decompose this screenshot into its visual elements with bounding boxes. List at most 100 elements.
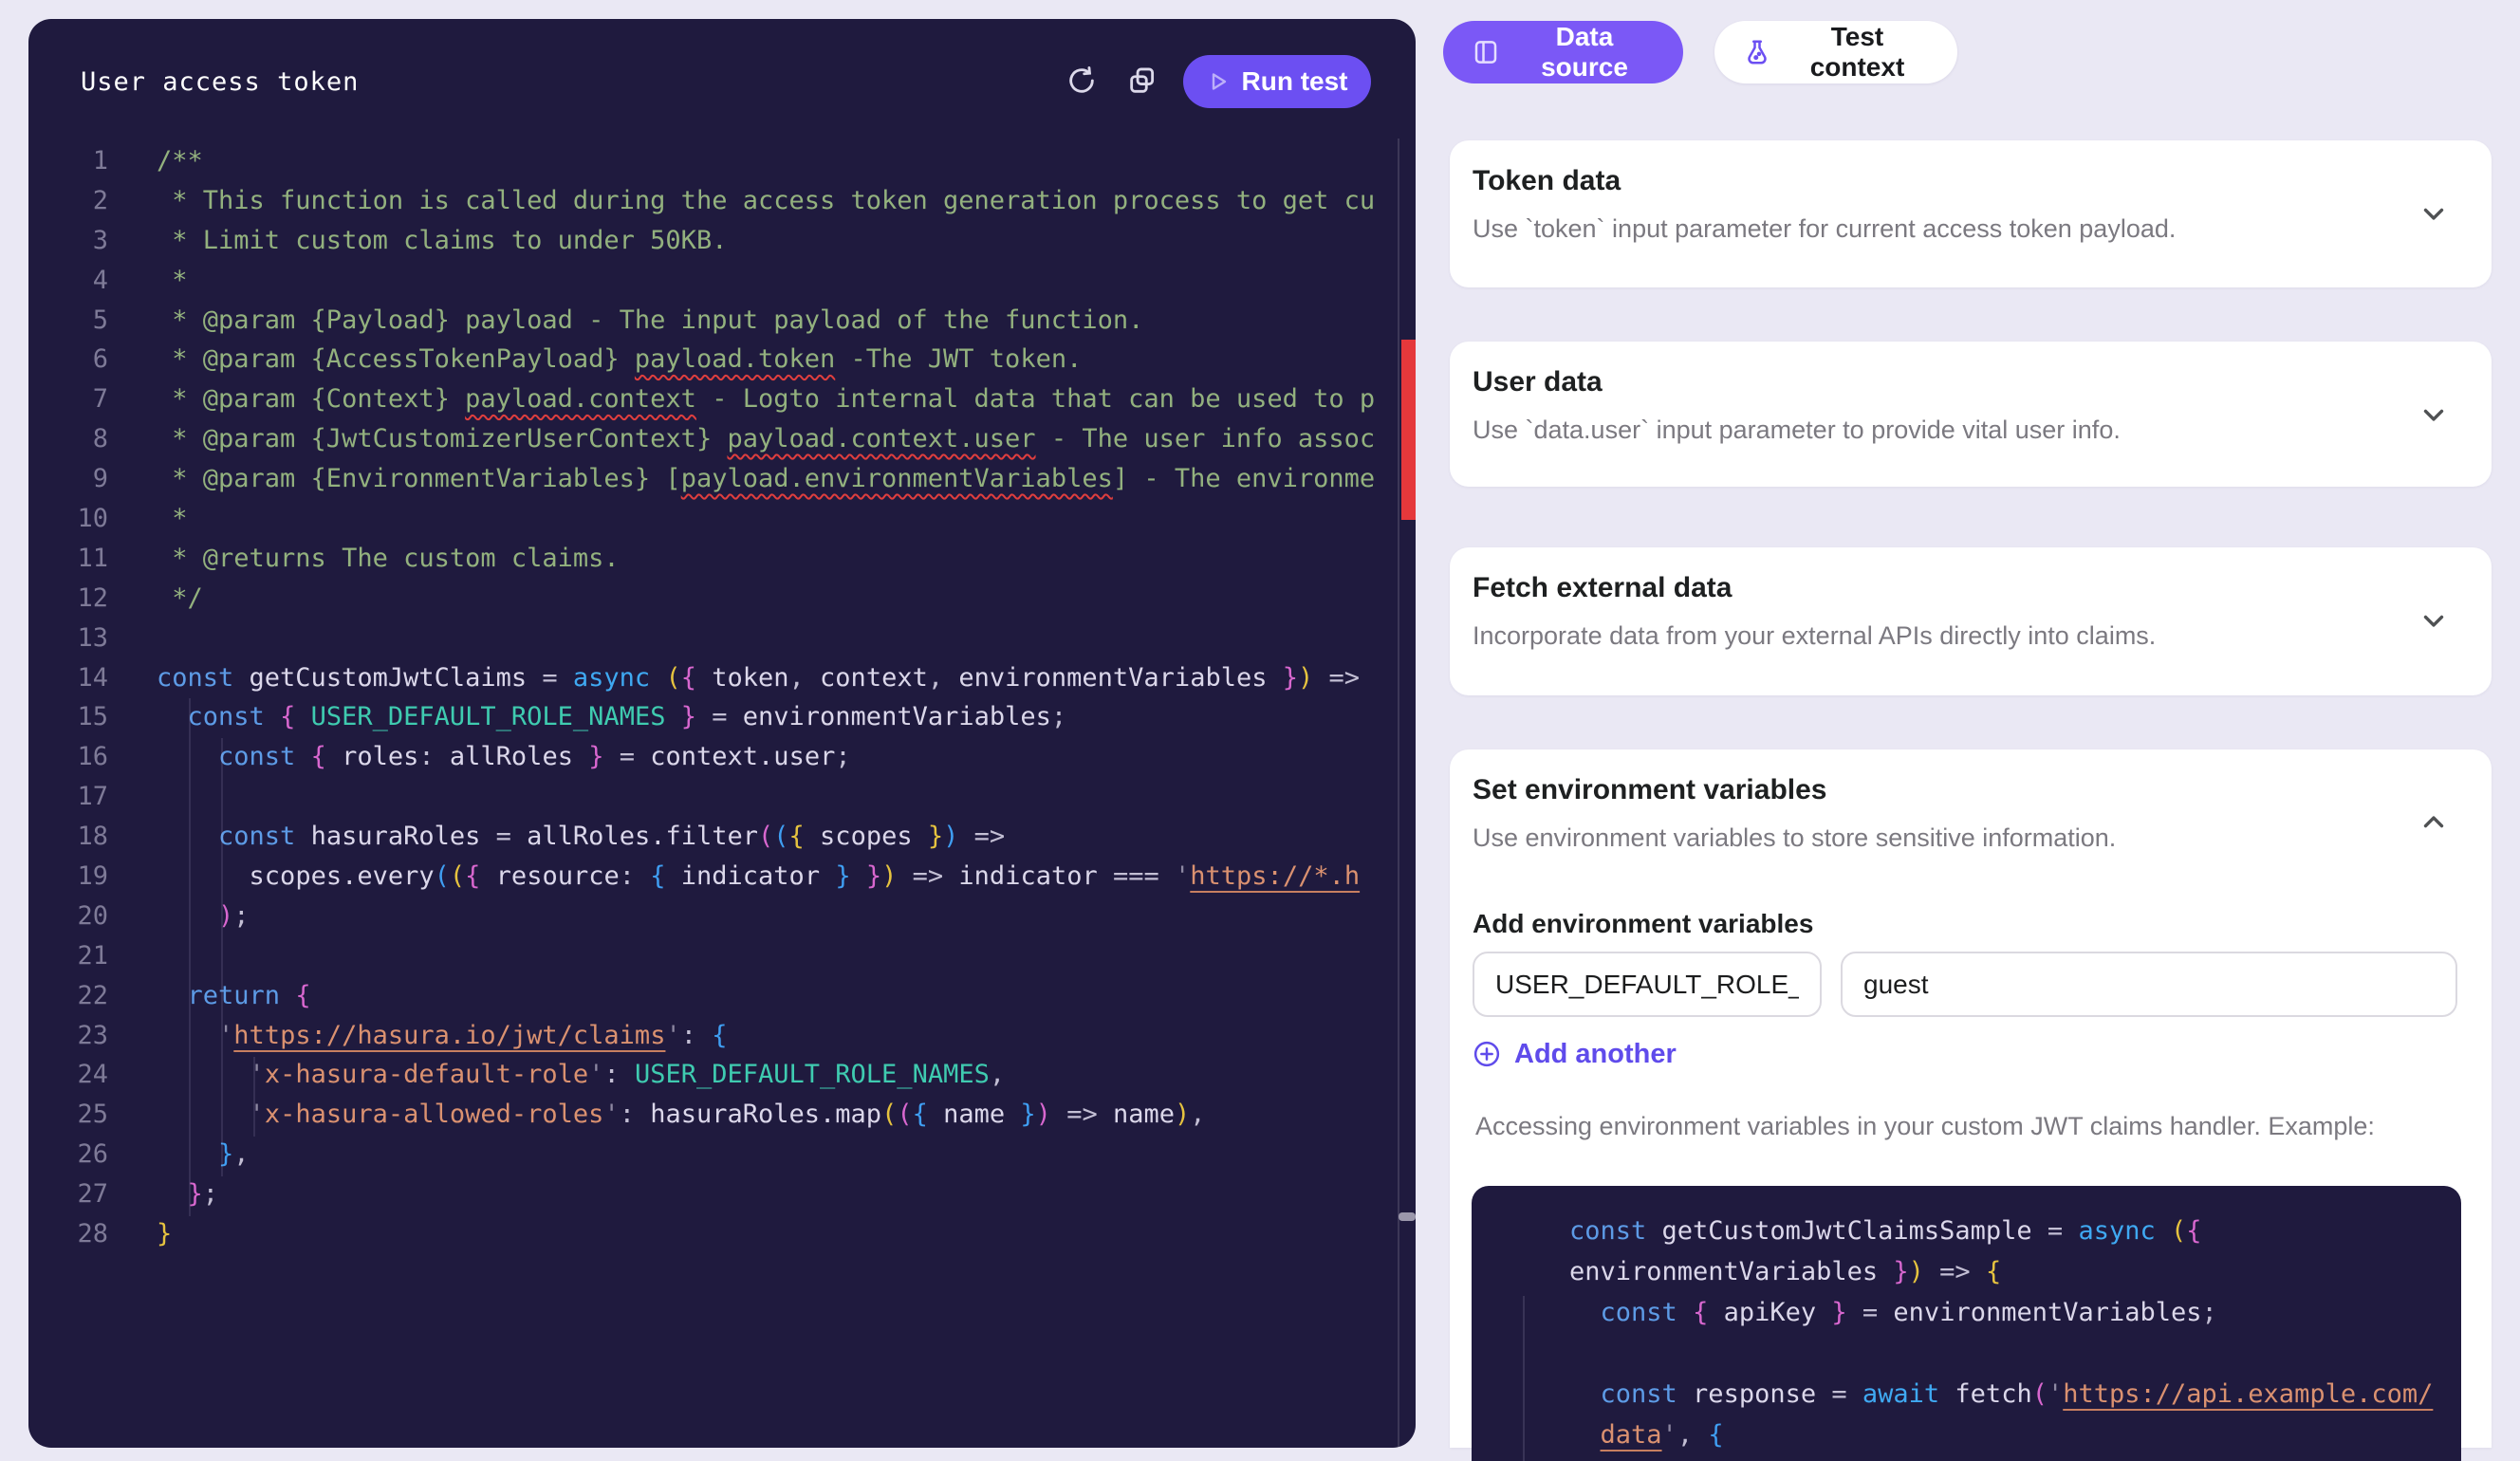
code-sample: const getCustomJwtClaimsSample = async (…	[1521, 1211, 2451, 1455]
code-line[interactable]: 18 const hasuraRoles = allRoles.filter((…	[28, 817, 1398, 857]
code-line[interactable]: 27 };	[28, 1174, 1398, 1214]
code-line: const response = await fetch('https://ap…	[1521, 1374, 2451, 1415]
line-number: 18	[28, 817, 108, 857]
code-line	[1521, 1333, 2451, 1374]
code-line[interactable]: 1/**	[28, 141, 1398, 181]
line-number: 14	[28, 658, 108, 698]
code-line[interactable]: 15 const { USER_DEFAULT_ROLE_NAMES } = e…	[28, 697, 1398, 737]
refresh-icon[interactable]	[1061, 61, 1102, 102]
jwt-claims-page: User access token Run test 1/**2 * This …	[0, 0, 2520, 1448]
line-number: 28	[28, 1214, 108, 1254]
line-number: 21	[28, 936, 108, 976]
indent-guide	[1523, 1296, 1525, 1461]
env-key-input[interactable]	[1473, 952, 1822, 1017]
line-number: 20	[28, 897, 108, 936]
copy-icon[interactable]	[1121, 61, 1163, 102]
error-marker	[1401, 340, 1416, 520]
code-line[interactable]: 19 scopes.every(({ resource: { indicator…	[28, 857, 1398, 897]
scrollbar-track	[1398, 139, 1399, 1448]
code-line[interactable]: 7 * @param {Context} payload.context - L…	[28, 379, 1398, 419]
line-number: 25	[28, 1095, 108, 1135]
line-number: 15	[28, 697, 108, 737]
chevron-down-icon[interactable]	[2418, 197, 2450, 230]
line-number: 12	[28, 579, 108, 619]
code-line[interactable]: 24 'x-hasura-default-role': USER_DEFAULT…	[28, 1055, 1398, 1095]
code-line[interactable]: 8 * @param {JwtCustomizerUserContext} pa…	[28, 419, 1398, 459]
add-another-button[interactable]: Add another	[1473, 1036, 1677, 1072]
flask-icon	[1743, 38, 1771, 66]
card-desc: Incorporate data from your external APIs…	[1473, 621, 2156, 651]
code-line[interactable]: 11 * @returns The custom claims.	[28, 539, 1398, 579]
code-line[interactable]: 16 const { roles: allRoles } = context.u…	[28, 737, 1398, 777]
code-line[interactable]: 28}	[28, 1214, 1398, 1254]
code-editor-panel: User access token Run test 1/**2 * This …	[28, 19, 1416, 1448]
tab-test-context[interactable]: Test context	[1714, 21, 1957, 83]
line-number: 24	[28, 1055, 108, 1095]
line-number: 13	[28, 619, 108, 658]
line-number: 6	[28, 340, 108, 379]
code-line[interactable]: 20 );	[28, 897, 1398, 936]
env-example-caption: Accessing environment variables in your …	[1475, 1112, 2375, 1141]
line-number: 27	[28, 1174, 108, 1214]
card-title: User data	[1473, 366, 1603, 398]
code-line[interactable]: 2 * This function is called during the a…	[28, 181, 1398, 221]
line-number: 7	[28, 379, 108, 419]
line-number: 23	[28, 1016, 108, 1056]
tab-label: Test context	[1786, 22, 1929, 83]
line-number: 16	[28, 737, 108, 777]
card-fetch-external-data[interactable]: Fetch external data Incorporate data fro…	[1450, 547, 2492, 695]
code-line[interactable]: 5 * @param {Payload} payload - The input…	[28, 301, 1398, 341]
code-area[interactable]: 1/**2 * This function is called during t…	[28, 141, 1398, 1254]
line-number: 11	[28, 539, 108, 579]
play-icon	[1207, 70, 1230, 93]
line-number: 2	[28, 181, 108, 221]
code-line[interactable]: 14const getCustomJwtClaims = async ({ to…	[28, 658, 1398, 698]
add-another-label: Add another	[1514, 1039, 1677, 1070]
code-line[interactable]: 6 * @param {AccessTokenPayload} payload.…	[28, 340, 1398, 379]
scrollbar-thumb[interactable]	[1399, 1212, 1416, 1221]
line-number: 10	[28, 499, 108, 539]
chevron-down-icon[interactable]	[2418, 604, 2450, 637]
env-value-input[interactable]	[1841, 952, 2457, 1017]
plus-circle-icon	[1473, 1040, 1501, 1068]
card-desc: Use environment variables to store sensi…	[1473, 823, 2116, 853]
code-sample-card: const getCustomJwtClaimsSample = async (…	[1472, 1186, 2461, 1461]
card-set-environment-variables[interactable]: Set environment variables Use environmen…	[1450, 749, 2492, 1448]
line-number: 22	[28, 976, 108, 1016]
run-test-label: Run test	[1242, 66, 1348, 97]
code-line: const getCustomJwtClaimsSample = async (…	[1521, 1211, 2451, 1251]
code-line[interactable]: 9 * @param {EnvironmentVariables} [paylo…	[28, 459, 1398, 499]
code-line[interactable]: 3 * Limit custom claims to under 50KB.	[28, 221, 1398, 261]
code-line[interactable]: 23 'https://hasura.io/jwt/claims': {	[28, 1016, 1398, 1056]
code-line: environmentVariables }) => {	[1521, 1251, 2451, 1292]
line-number: 8	[28, 419, 108, 459]
code-line[interactable]: 25 'x-hasura-allowed-roles': hasuraRoles…	[28, 1095, 1398, 1135]
card-desc: Use `token` input parameter for current …	[1473, 214, 2176, 244]
card-user-data[interactable]: User data Use `data.user` input paramete…	[1450, 342, 2492, 487]
sidebar-book-icon	[1472, 38, 1500, 66]
code-line[interactable]: 21	[28, 936, 1398, 976]
line-number: 3	[28, 221, 108, 261]
card-token-data[interactable]: Token data Use `token` input parameter f…	[1450, 140, 2492, 287]
code-line[interactable]: 13	[28, 619, 1398, 658]
editor-title: User access token	[81, 66, 359, 99]
code-line: const { apiKey } = environmentVariables;	[1521, 1292, 2451, 1333]
line-number: 26	[28, 1135, 108, 1174]
add-env-variables-label: Add environment variables	[1473, 909, 1813, 939]
tab-data-source[interactable]: Data source	[1443, 21, 1683, 83]
chevron-down-icon[interactable]	[2418, 398, 2450, 431]
chevron-up-icon[interactable]	[2418, 806, 2450, 839]
card-title: Set environment variables	[1473, 774, 1826, 806]
code-line[interactable]: 17	[28, 777, 1398, 817]
settings-panel: Data source Test context Token data Use …	[1416, 0, 2520, 1448]
code-line[interactable]: 12 */	[28, 579, 1398, 619]
code-line: data', {	[1521, 1415, 2451, 1455]
code-line[interactable]: 4 *	[28, 261, 1398, 301]
code-line[interactable]: 10 *	[28, 499, 1398, 539]
run-test-button[interactable]: Run test	[1183, 55, 1371, 108]
code-line[interactable]: 26 },	[28, 1135, 1398, 1174]
line-number: 5	[28, 301, 108, 341]
code-line[interactable]: 22 return {	[28, 976, 1398, 1016]
line-number: 1	[28, 141, 108, 181]
indent-guide	[189, 698, 191, 1216]
